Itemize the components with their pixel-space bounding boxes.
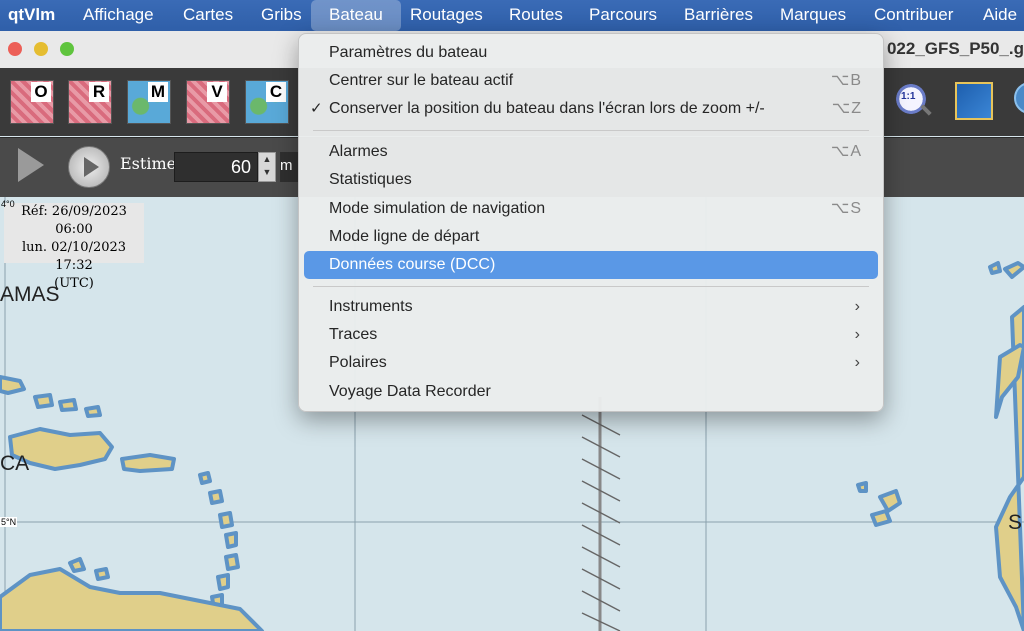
menu-item-parametres-bateau[interactable]: Paramètres du bateau [304, 39, 878, 67]
map-button-label: R [89, 82, 109, 102]
estimate-stepper[interactable]: ▲ ▼ [258, 152, 276, 182]
latitude-label-top: 4°0 [1, 199, 15, 209]
menu-item-shortcut: ⌥Z [831, 100, 862, 117]
menu-item-centrer-bateau[interactable]: Centrer sur le bateau actif ⌥B [304, 67, 878, 95]
menu-item-simulation[interactable]: Mode simulation de navigation ⌥S [304, 195, 878, 223]
estimate-unit[interactable]: m [280, 152, 298, 182]
chevron-right-icon: › [854, 298, 860, 315]
window-title: 022_GFS_P50_.g [886, 39, 1024, 58]
menu-item-label: Mode simulation de navigation [329, 200, 546, 217]
menu-item-label: Instruments [329, 298, 413, 315]
menu-item-voyage-data-recorder[interactable]: Voyage Data Recorder [304, 378, 878, 406]
menu-item-statistiques[interactable]: Statistiques [304, 166, 878, 194]
map-button-r[interactable]: R [68, 80, 112, 124]
estimate-input[interactable]: 60 [174, 152, 258, 182]
menu-item-donnees-course[interactable]: Données course (DCC) [304, 251, 878, 279]
menu-item-label: Polaires [329, 354, 387, 371]
map-label-jamaica: CA [0, 452, 30, 475]
menu-separator [313, 286, 869, 287]
map-button-v[interactable]: V [186, 80, 230, 124]
menu-parcours[interactable]: Parcours [589, 0, 657, 31]
menu-marques[interactable]: Marques [780, 0, 846, 31]
menu-item-label: Voyage Data Recorder [329, 383, 491, 400]
close-window-button[interactable] [8, 42, 22, 56]
full-view-icon[interactable] [955, 82, 993, 120]
menu-routages[interactable]: Routages [410, 0, 483, 31]
zoom-window-button[interactable] [60, 42, 74, 56]
menu-cartes[interactable]: Cartes [183, 0, 233, 31]
latitude-label: 5°N [0, 517, 18, 527]
chevron-right-icon: › [854, 354, 860, 371]
reference-time-box: Réf: 26/09/2023 06:00 lun. 02/10/2023 17… [4, 203, 144, 291]
estimate-label: Estime [120, 154, 177, 173]
map-button-label: O [31, 82, 51, 102]
bateau-menu: Paramètres du bateau Centrer sur le bate… [298, 33, 884, 412]
menu-item-label: Données course (DCC) [329, 256, 496, 273]
menu-item-label: Conserver la position du bateau dans l'é… [329, 100, 765, 117]
map-button-c[interactable]: C [245, 80, 289, 124]
menu-separator [313, 130, 869, 131]
minimize-window-button[interactable] [34, 42, 48, 56]
map-button-label: C [266, 82, 286, 102]
menu-item-label: Paramètres du bateau [329, 44, 488, 61]
menu-qtvlm[interactable]: qtVlm [8, 0, 55, 31]
menu-bar: qtVlm Affichage Cartes Gribs Bateau Rout… [0, 0, 1024, 31]
play-circle-icon [84, 157, 99, 177]
checkmark-icon: ✓ [310, 100, 323, 117]
play-icon[interactable] [18, 148, 44, 182]
map-label-stlucia: S [1008, 511, 1023, 534]
menu-bateau[interactable]: Bateau [311, 0, 401, 31]
menu-item-conserver-position[interactable]: ✓ Conserver la position du bateau dans l… [304, 95, 878, 123]
menu-affichage[interactable]: Affichage [83, 0, 154, 31]
chevron-right-icon: › [854, 326, 860, 343]
menu-contribuer[interactable]: Contribuer [874, 0, 953, 31]
menu-item-label: Alarmes [329, 143, 388, 160]
menu-item-label: Centrer sur le bateau actif [329, 72, 514, 89]
menu-item-instruments[interactable]: Instruments › [304, 293, 878, 321]
menu-item-label: Traces [329, 326, 378, 343]
play-circle-button[interactable] [68, 146, 110, 188]
menu-item-traces[interactable]: Traces › [304, 321, 878, 349]
ref-line-2: lun. 02/10/2023 17:32 [21, 240, 127, 273]
map-button-label: V [207, 82, 227, 102]
menu-barrieres[interactable]: Barrières [684, 0, 753, 31]
menu-item-alarmes[interactable]: Alarmes ⌥A [304, 138, 878, 166]
ref-line-1: Réf: 26/09/2023 06:00 [21, 204, 127, 237]
map-button-m[interactable]: M [127, 80, 171, 124]
menu-item-label: Mode ligne de départ [329, 228, 480, 245]
menu-item-shortcut: ⌥B [830, 72, 862, 89]
menu-item-polaires[interactable]: Polaires › [304, 349, 878, 377]
menu-item-ligne-depart[interactable]: Mode ligne de départ [304, 223, 878, 251]
map-button-o[interactable]: O [10, 80, 54, 124]
map-button-label: M [148, 82, 168, 102]
map-label-bahamas: AMAS [0, 283, 60, 306]
zoom-1-1-icon[interactable]: 1:1 [896, 84, 932, 116]
menu-item-shortcut: ⌥A [830, 143, 862, 160]
menu-routes[interactable]: Routes [509, 0, 563, 31]
zoom-1-1-label: 1:1 [901, 91, 916, 102]
menu-gribs[interactable]: Gribs [261, 0, 302, 31]
menu-item-label: Statistiques [329, 171, 412, 188]
menu-aide[interactable]: Aide [983, 0, 1017, 31]
menu-item-shortcut: ⌥S [830, 200, 862, 217]
